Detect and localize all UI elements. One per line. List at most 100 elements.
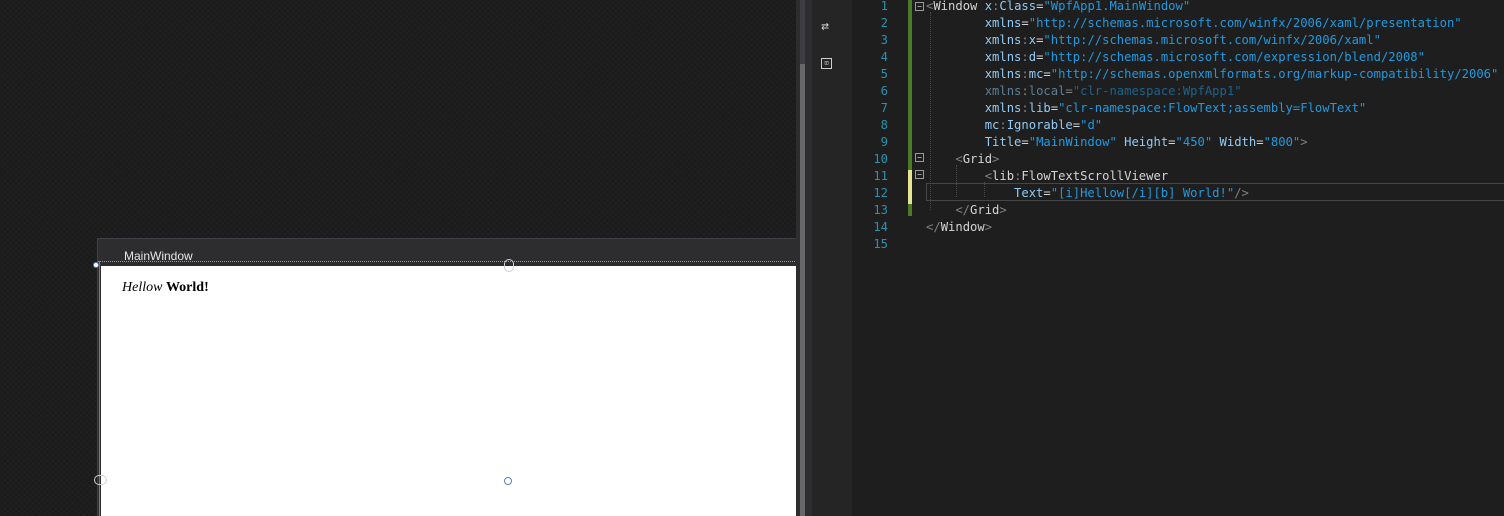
code-token: "[i]Hellow[/i][b] World!" [1050, 186, 1235, 200]
code-line[interactable]: 9 Title="MainWindow" Height="450" Width=… [838, 134, 1504, 151]
code-token: = [1256, 135, 1264, 149]
code-text[interactable]: xmlns:mc="http://schemas.openxmlformats.… [926, 66, 1499, 83]
code-token: </ [926, 220, 941, 234]
code-token: : [1021, 50, 1029, 64]
line-number: 3 [880, 33, 888, 47]
code-token: : [1021, 101, 1029, 115]
code-line[interactable]: 2 xmlns="http://schemas.microsoft.com/wi… [838, 15, 1504, 32]
line-number: 12 [873, 186, 888, 200]
code-token: xmlns [926, 84, 1022, 98]
code-token: = [1043, 67, 1051, 81]
code-token: = [1050, 101, 1059, 115]
code-token: > [1300, 135, 1308, 149]
corner-resize-handle[interactable] [93, 262, 99, 268]
code-token: "http://schemas.openxmlformats.org/marku… [1050, 67, 1499, 81]
line-number: 10 [873, 152, 888, 166]
code-token: < [926, 152, 963, 166]
code-token: Grid [970, 203, 1000, 217]
code-token: Width [1212, 135, 1257, 149]
code-token: mc [1028, 67, 1044, 81]
code-text[interactable]: xmlns:lib="clr-namespace:FlowText;assemb… [926, 100, 1367, 117]
left-margin-chain-icon[interactable] [94, 475, 107, 485]
scrollbar-thumb[interactable] [800, 64, 805, 516]
code-line[interactable]: 3 xmlns:x="http://schemas.microsoft.com/… [838, 32, 1504, 49]
code-token: Window [933, 0, 985, 13]
swap-panes-icon[interactable]: ⇄ [818, 20, 832, 34]
code-text[interactable]: Title="MainWindow" Height="450" Width="8… [926, 134, 1308, 151]
code-text[interactable]: <lib:FlowTextScrollViewer [926, 168, 1168, 185]
code-token: = [1168, 135, 1176, 149]
code-text[interactable]: xmlns:local="clr-namespace:WpfApp1" [926, 83, 1242, 100]
code-token: "http://schemas.microsoft.com/expression… [1043, 50, 1425, 64]
code-text[interactable]: </Window> [926, 219, 992, 236]
code-line[interactable]: 6 xmlns:local="clr-namespace:WpfApp1" [838, 83, 1504, 100]
resize-handle-ring[interactable] [504, 477, 512, 485]
code-text[interactable]: xmlns="http://schemas.microsoft.com/winf… [926, 15, 1462, 32]
code-token: d [1028, 50, 1037, 64]
code-token: xmlns [926, 50, 1022, 64]
top-margin-chain-icon[interactable] [504, 259, 514, 272]
code-token: : [1021, 33, 1029, 47]
code-token: xmlns [926, 33, 1022, 47]
code-token: "http://schemas.microsoft.com/winfx/2006… [1043, 33, 1381, 47]
code-token: = [1065, 84, 1073, 98]
line-number: 2 [880, 16, 888, 30]
code-text[interactable]: xmlns:d="http://schemas.microsoft.com/ex… [926, 49, 1425, 66]
code-token: xmlns [926, 16, 1022, 30]
xaml-editor[interactable]: − − − 1 <Window x:Class="WpfApp1.MainWind… [838, 0, 1504, 516]
line-number: 4 [880, 50, 888, 64]
code-line[interactable]: 8 mc:Ignorable="d" [838, 117, 1504, 134]
code-line[interactable]: 10 <Grid> [838, 151, 1504, 168]
code-token: "clr-namespace:FlowText;assembly=FlowTex… [1058, 101, 1367, 115]
code-text[interactable]: <Window x:Class="WpfApp1.MainWindow" [926, 0, 1190, 15]
code-token: = [1021, 135, 1029, 149]
code-token: </ [926, 203, 971, 217]
flow-text-scroll-viewer[interactable]: Hellow World! [122, 280, 209, 296]
code-line[interactable]: 11 <lib:FlowTextScrollViewer [838, 168, 1504, 185]
code-text[interactable]: mc:Ignorable="d" [926, 117, 1102, 134]
line-number: 6 [880, 84, 888, 98]
line-number: 14 [873, 220, 888, 234]
code-line[interactable]: 12 Text="[i]Hellow[/i][b] World!"/> [838, 185, 1504, 202]
collapse-pane-icon[interactable]: ⊡ [821, 58, 832, 69]
code-line[interactable]: 7 xmlns:lib="clr-namespace:FlowText;asse… [838, 100, 1504, 117]
code-token: = [1043, 186, 1051, 200]
code-token: lib [992, 169, 1015, 183]
design-surface[interactable]: MainWindow Hellow World! [0, 0, 796, 516]
code-token: Class [999, 0, 1037, 13]
code-token: FlowTextScrollViewer [1021, 169, 1169, 183]
line-number: 5 [880, 67, 888, 81]
code-token: "MainWindow" [1028, 135, 1117, 149]
code-line[interactable]: 4 xmlns:d="http://schemas.microsoft.com/… [838, 49, 1504, 66]
code-token: lib [1028, 101, 1051, 115]
code-line[interactable]: 1 <Window x:Class="WpfApp1.MainWindow" [838, 0, 1504, 15]
code-token: "http://schemas.microsoft.com/winfx/2006… [1028, 16, 1462, 30]
line-number: 13 [873, 203, 888, 217]
code-token: Ignorable [1006, 118, 1073, 132]
code-token: Text [926, 186, 1044, 200]
code-text[interactable]: xmlns:x="http://schemas.microsoft.com/wi… [926, 32, 1381, 49]
code-token: Title [926, 135, 1022, 149]
code-text[interactable]: </Grid> [926, 202, 1007, 219]
line-number: 15 [873, 237, 888, 251]
code-token: "800" [1263, 135, 1301, 149]
code-line[interactable]: 15 [838, 236, 1504, 253]
code-text[interactable]: Text="[i]Hellow[/i][b] World!"/> [926, 185, 1249, 202]
code-text[interactable]: <Grid> [926, 151, 999, 168]
selection-border-top [98, 261, 796, 262]
code-token: Grid [962, 152, 993, 166]
design-window-client[interactable]: Hellow World! [101, 266, 796, 516]
design-window[interactable]: MainWindow Hellow World! [97, 238, 796, 516]
pane-toolbar: ⇄ ⊡ [812, 0, 838, 516]
code-token: : [1021, 67, 1029, 81]
designer-vertical-scrollbar[interactable] [796, 0, 812, 516]
code-line[interactable]: 13 </Grid> [838, 202, 1504, 219]
code-token: "clr-namespace:WpfApp1" [1072, 84, 1242, 98]
code-token: "WpfApp1.MainWindow" [1043, 0, 1191, 13]
code-token: = [1021, 16, 1029, 30]
code-line[interactable]: 14 </Window> [838, 219, 1504, 236]
code-line[interactable]: 5 xmlns:mc="http://schemas.openxmlformat… [838, 66, 1504, 83]
code-token: "d" [1080, 118, 1103, 132]
code-token: > [999, 203, 1007, 217]
code-token: < [926, 169, 993, 183]
